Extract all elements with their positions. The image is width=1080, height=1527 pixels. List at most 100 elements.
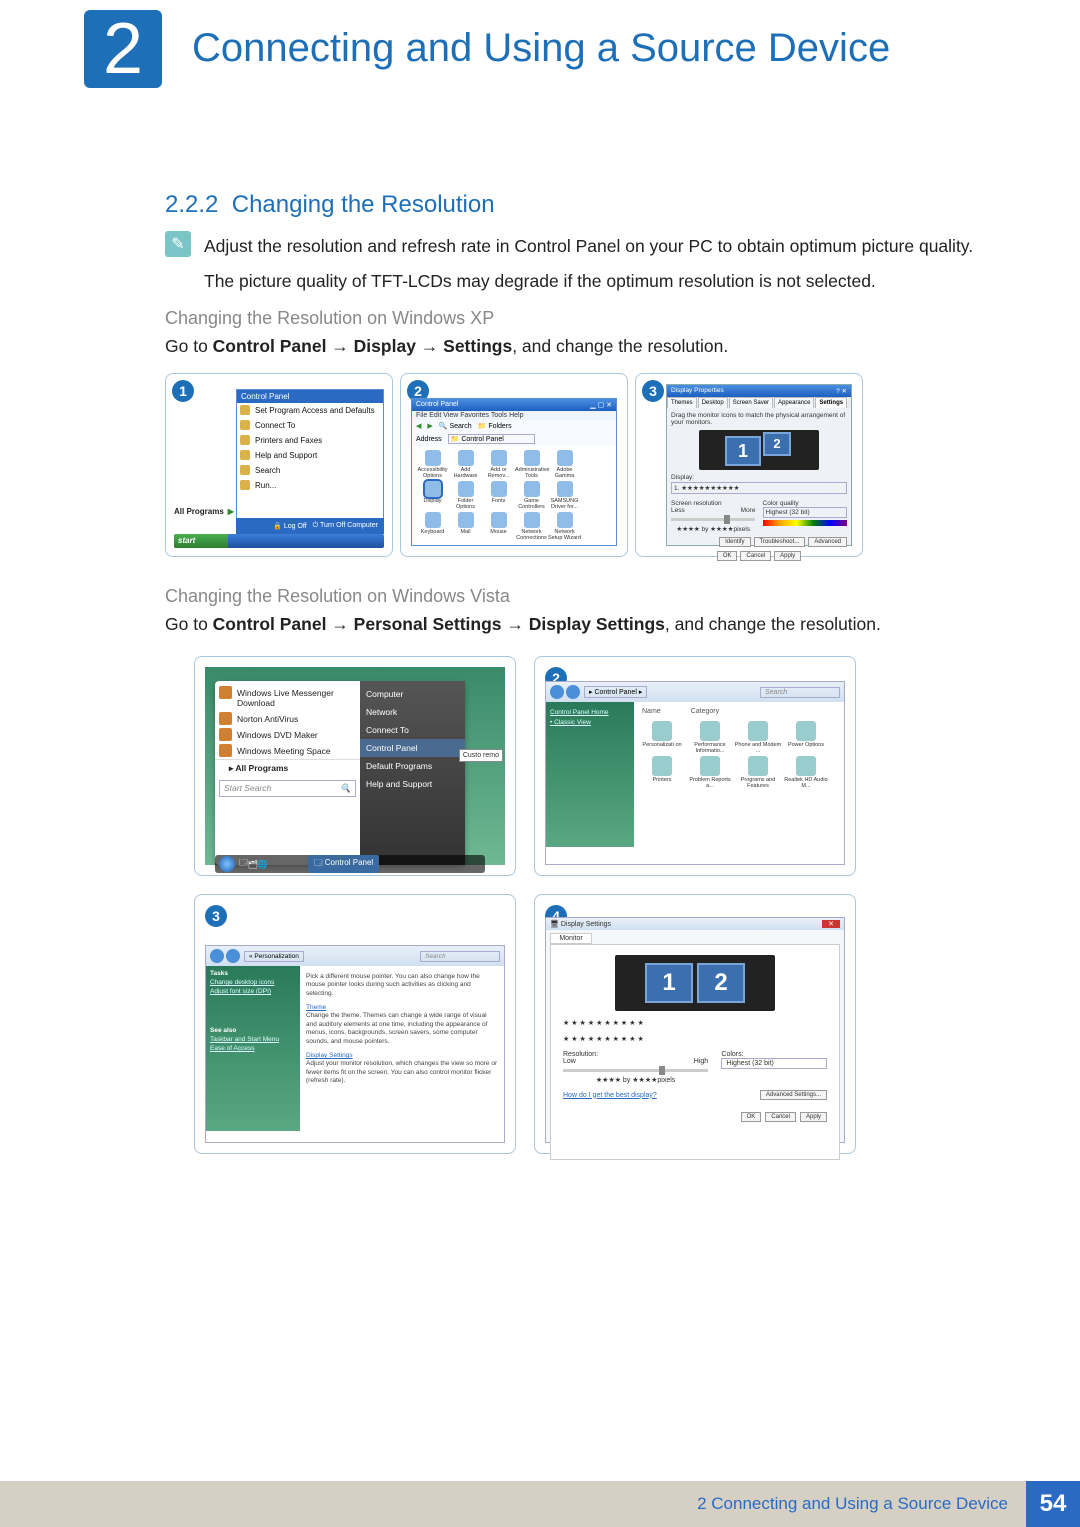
nav-buttons (550, 685, 580, 699)
cancel-button: Cancel (740, 551, 771, 561)
cp-icon: Printers (638, 756, 686, 789)
start-right-item: Help and Support (360, 775, 465, 793)
cp-window: Control Panel▁ ▢ ✕ File Edit View Favori… (411, 398, 617, 546)
page-number: 54 (1026, 1481, 1080, 1527)
display-settings-link: Display Settings (306, 1052, 498, 1059)
text: , and change the resolution. (512, 336, 728, 356)
res-slider (671, 518, 755, 521)
back-icon (210, 949, 224, 963)
classic-view-link: • Classic View (550, 719, 630, 726)
back-icon (550, 685, 564, 699)
text: Go to (165, 614, 213, 634)
personalization-window: « Personalization Search Tasks Change de… (205, 945, 505, 1143)
start-header: Control Panel (237, 390, 383, 403)
bold: Display (354, 336, 416, 356)
title: Display Properties (671, 387, 724, 395)
mouse-desc: Pick a different mouse pointer. You can … (306, 973, 498, 998)
note-line-2: The picture quality of TFT-LCDs may degr… (204, 268, 974, 295)
vista-instruction: Go to Control Panel → Personal Settings … (165, 614, 881, 635)
search-label: 🔍 Search (439, 422, 472, 430)
bold: Display Settings (529, 614, 665, 634)
section-title: 2.2.2 Changing the Resolution (165, 191, 495, 219)
dp-titlebar: Display Properties ? ✕ (667, 385, 851, 397)
cp-icon: Add or Remov... (482, 450, 515, 479)
col-name: Name (642, 708, 661, 715)
color-group: Color quality Highest (32 bit) (763, 500, 847, 533)
more: More (741, 507, 756, 514)
cp-menubar: File Edit View Favorites Tools Help (412, 411, 616, 420)
monitor-preview: 1 2 (615, 955, 775, 1011)
apply-button: Apply (800, 1112, 827, 1122)
color-combo: Highest (32 bit) (763, 507, 847, 518)
col-headers: NameCategory (638, 706, 840, 717)
cp-icon: Accessibility Options (416, 450, 449, 479)
cp-icon: Performance Informatio... (686, 721, 734, 754)
label: Address (416, 436, 442, 443)
vcp-addressbar: ▸ Control Panel ▸ Search (546, 682, 844, 702)
fwd-icon: ▶ (427, 422, 432, 430)
section-number: 2.2.2 (165, 191, 218, 218)
low: Low (563, 1058, 576, 1065)
color-combo: Highest (32 bit) (721, 1058, 827, 1069)
addressbar: « Personalization Search (206, 946, 504, 966)
monitor-2: 2 (697, 963, 745, 1003)
cp-icon: Programs and Features (734, 756, 782, 789)
bold: Control Panel (213, 614, 327, 634)
start-item: Windows DVD Maker (215, 727, 360, 743)
page-footer: 2 Connecting and Using a Source Device 5… (0, 1481, 1080, 1527)
cp-icons: Accessibility Options Add Hardware Add o… (412, 446, 616, 545)
main: Pick a different mouse pointer. You can … (300, 966, 504, 1131)
titlebar: 🖥 Display Settings✕ (546, 918, 844, 930)
step-badge-1: 1 (172, 380, 194, 402)
high: High (694, 1058, 708, 1065)
side-link: Adjust font size (DPI) (210, 988, 296, 995)
monitor-1: 1 (645, 963, 693, 1003)
start-orb-icon (219, 856, 235, 872)
nav-buttons (210, 949, 240, 963)
window-controls: ? ✕ (836, 387, 847, 395)
ds-desc: Adjust your monitor resolution, which ch… (306, 1060, 498, 1085)
label: All Programs (174, 507, 224, 516)
search-field: Search (420, 951, 500, 962)
folders-label: 📁 Folders (478, 422, 512, 430)
button-row: OK Cancel Apply (563, 1112, 827, 1122)
bold: Personal Settings (354, 614, 502, 634)
xp-subheading: Changing the Resolution on Windows XP (165, 308, 494, 329)
cp-home-link: Control Panel Home (550, 709, 630, 716)
fwd-icon (226, 949, 240, 963)
arrow: → (502, 614, 529, 634)
vcp-body: Control Panel Home • Classic View NameCa… (546, 702, 844, 847)
note-line-1: Adjust the resolution and refresh rate i… (204, 233, 974, 260)
cp-icon: Power Options (782, 721, 830, 754)
start-right-item: Default Programs (360, 757, 465, 775)
start-item: Help and Support (237, 448, 383, 463)
cp-icon: Add Hardware (449, 450, 482, 479)
step-badge-3: 3 (642, 380, 664, 402)
cp-icon: Realtek HD Audio M... (782, 756, 830, 789)
advanced-button: Advanced (808, 537, 847, 547)
start-item: Set Program Access and Defaults (237, 403, 383, 418)
window-controls: ▁ ▢ ✕ (590, 401, 612, 409)
xp-start-menu: Control Panel Set Program Access and Def… (236, 389, 384, 526)
screen-res-group: Screen resolution LessMore ★★★★ by ★★★★p… (671, 500, 755, 533)
screenshot-xp-control-panel: 2 Control Panel▁ ▢ ✕ File Edit View Favo… (400, 373, 628, 557)
display-combo: 1. ★★★★★★★★★★ (671, 482, 847, 494)
address-field: 📁 Control Panel (448, 434, 535, 444)
search-field: Search (760, 687, 840, 698)
ok-button: OK (717, 551, 738, 561)
search-icon: 🔍 (340, 783, 351, 794)
chapter-number-badge: 2 (84, 10, 162, 88)
vcp-main: NameCategory Personalizati on Performanc… (634, 702, 844, 847)
logoff-bar: 🔒 Log Off ⏻ Turn Off Computer (236, 518, 384, 534)
vista-subheading: Changing the Resolution on Windows Vista (165, 586, 510, 607)
less: Less (671, 507, 685, 514)
color-bar (763, 520, 847, 526)
cancel-button: Cancel (765, 1112, 796, 1122)
cp-icon: Fonts (482, 481, 515, 510)
text: , and change the resolution. (665, 614, 881, 634)
theme-link: Theme (306, 1004, 498, 1011)
dp-body: Drag the monitor icons to match the phys… (667, 408, 851, 565)
label: Resolution: (563, 1051, 708, 1058)
tasks-label: Tasks (210, 970, 296, 977)
monitor-2: 2 (763, 432, 791, 456)
